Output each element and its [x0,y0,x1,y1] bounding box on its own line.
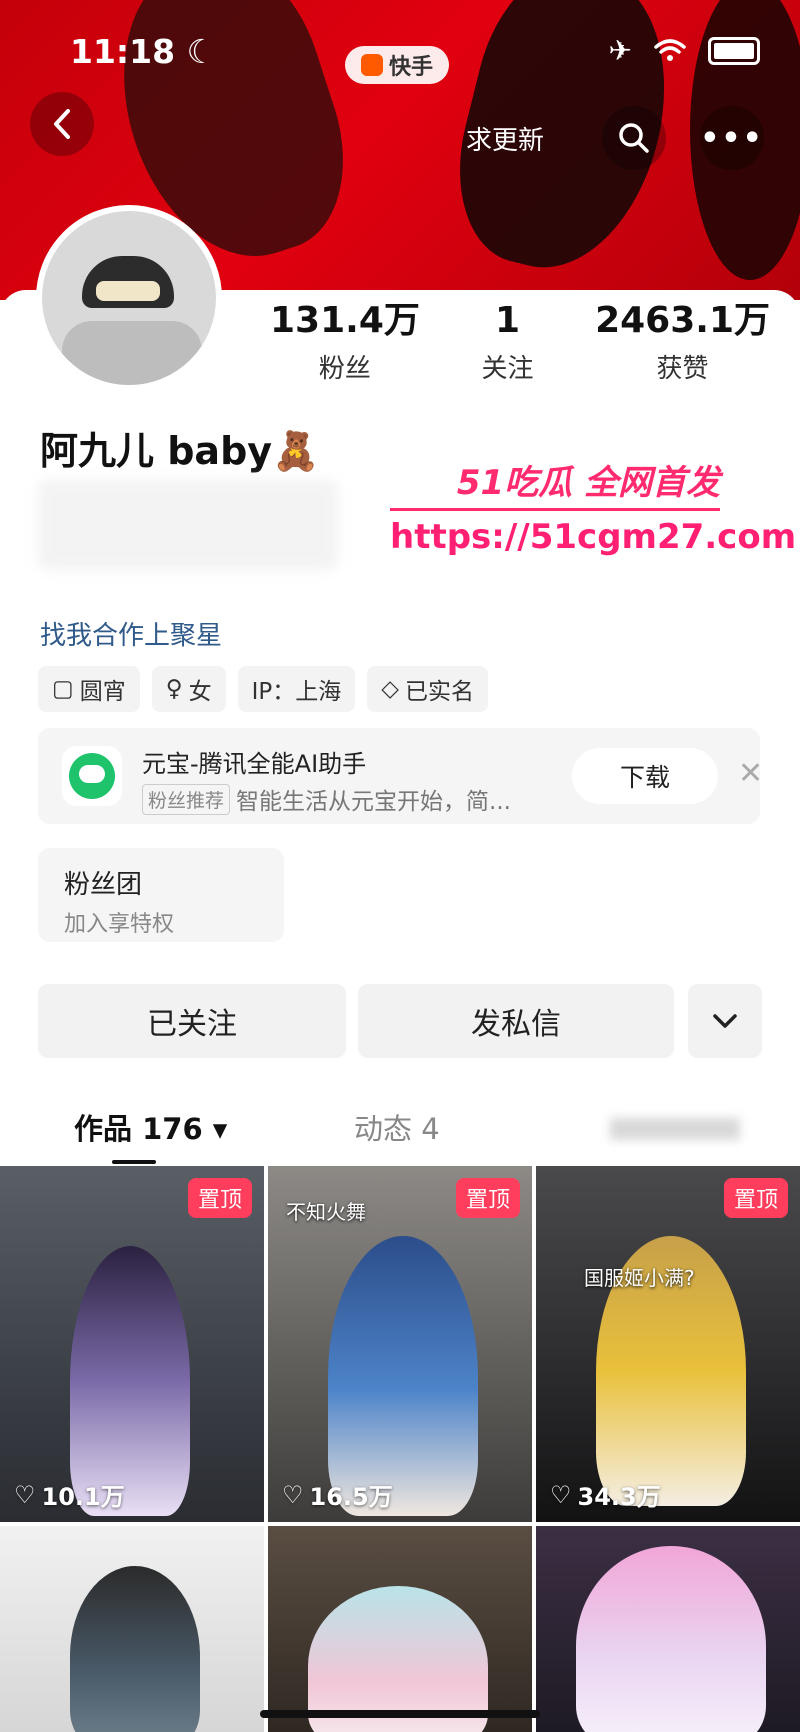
ad-title: 元宝-腾讯全能AI助手 [142,750,367,778]
watermark: 51吃瓜 全网首发 https://51cgm27.com [390,455,797,557]
message-button[interactable]: 发私信 [358,984,674,1058]
profile-tags: ▢ 圆宵 ♀ 女 IP：上海 ◇ 已实名 [38,666,488,712]
ad-card[interactable]: 元宝-腾讯全能AI助手 粉丝推荐 智能生活从元宝开始，简... 下载 ✕ [38,728,763,824]
avatar[interactable] [36,205,222,391]
tag-label: 已实名 [404,679,474,705]
download-button[interactable]: 下载 [572,748,718,804]
bio-redacted [38,480,338,570]
stat-following[interactable]: 1 关注 [481,300,533,385]
home-indicator[interactable] [260,1710,540,1718]
location-icon: ▢ [52,676,74,702]
yuanbao-app-icon [62,746,122,806]
stat-number: 2463.1万 [595,300,770,341]
stat-followers[interactable]: 131.4万 粉丝 [270,300,420,385]
status-time: 11:18 ☾ [70,32,217,71]
tag-location[interactable]: ▢ 圆宵 [38,666,140,712]
more-button[interactable]: ••• [700,106,764,170]
profile-stats: 131.4万 粉丝 1 关注 2463.1万 获赞 [270,300,770,385]
followed-button[interactable]: 已关注 [38,984,346,1058]
app-name: 快手 [389,55,434,80]
pinned-badge: 置顶 [455,1178,520,1218]
status-bar: 11:18 ☾ 快手 ✈ [0,28,800,84]
stat-label: 粉丝 [318,354,371,384]
fan-club-card[interactable]: 粉丝团 加入享特权 [38,848,284,942]
close-icon[interactable]: ✕ [738,756,763,791]
tile-caption: 不知火舞 [286,1200,366,1224]
heart-icon: ♡ [550,1480,572,1509]
status-icons: ✈ [609,34,760,67]
wifi-icon [654,38,686,61]
work-tile-3[interactable]: 置顶 国服姬小满? ♡ 34.3万 [536,1166,800,1522]
shield-icon: ◇ [381,676,399,702]
tag-label: 圆宵 [79,679,126,705]
fan-club-subtitle: 加入享特权 [64,912,175,937]
collab-link[interactable]: 找我合作上聚星 [40,615,222,652]
more-dots-icon: ••• [700,120,764,156]
tag-ip[interactable]: IP：上海 [237,666,356,712]
profile-name: 阿九儿 baby🧸 [40,429,320,473]
tab-indicator [112,1160,156,1164]
back-button[interactable] [30,92,94,156]
like-count: ♡ 10.1万 [14,1480,125,1512]
ad-subtitle: 粉丝推荐 智能生活从元宝开始，简... [142,782,511,816]
tag-label: 女 [188,679,212,705]
tab-redacted[interactable] [610,1118,740,1140]
ad-badge: 粉丝推荐 [142,783,231,815]
ad-description: 智能生活从元宝开始，简... [236,789,511,815]
tab-works[interactable]: 作品 176 ▾ [74,1106,227,1148]
action-row: 已关注 发私信 [38,984,762,1058]
stat-label: 关注 [481,354,534,384]
airplane-icon: ✈ [608,34,632,67]
works-grid: 置顶 ♡ 10.1万 置顶 不知火舞 ♡ 16.5万 置顶 国服姬小满? ♡ 34.3… [0,1166,800,1732]
expand-button[interactable] [688,984,762,1058]
work-tile-2[interactable]: 置顶 不知火舞 ♡ 16.5万 [268,1166,532,1522]
stat-likes[interactable]: 2463.1万 获赞 [595,300,770,385]
stat-label: 获赞 [656,354,709,384]
tag-verified[interactable]: ◇ 已实名 [367,666,488,712]
work-tile-6[interactable] [536,1526,800,1732]
chevron-left-icon [54,109,70,139]
tab-moments[interactable]: 动态 4 [354,1106,440,1148]
like-count: ♡ 34.3万 [550,1480,661,1512]
watermark-url: https://51cgm27.com [390,517,797,557]
work-tile-4[interactable] [0,1526,264,1732]
heart-icon: ♡ [14,1480,36,1509]
stat-number: 131.4万 [270,300,420,341]
chevron-down-icon [713,1014,737,1028]
tag-label: IP：上海 [251,679,342,705]
like-count: ♡ 16.5万 [282,1480,393,1512]
work-tile-1[interactable]: 置顶 ♡ 10.1万 [0,1166,264,1522]
fan-club-title: 粉丝团 [64,870,143,900]
work-tile-5[interactable] [268,1526,532,1732]
watermark-title: 51吃瓜 全网首发 [456,463,720,503]
content-tabs: 作品 176 ▾ 动态 4 [0,1100,800,1170]
app-pill[interactable]: 快手 [345,46,450,84]
kuaishou-logo-icon [361,54,383,76]
tile-caption: 国服姬小满? [584,1266,695,1290]
request-update-button[interactable]: 求更新 [466,120,544,157]
pinned-badge: 置顶 [723,1178,788,1218]
female-icon: ♀ [165,676,183,702]
pinned-badge: 置顶 [187,1178,252,1218]
tag-gender[interactable]: ♀ 女 [151,666,226,712]
battery-icon [708,36,760,65]
heart-icon: ♡ [282,1480,304,1509]
stat-number: 1 [494,300,520,341]
search-button[interactable] [602,106,666,170]
search-icon [619,123,649,153]
